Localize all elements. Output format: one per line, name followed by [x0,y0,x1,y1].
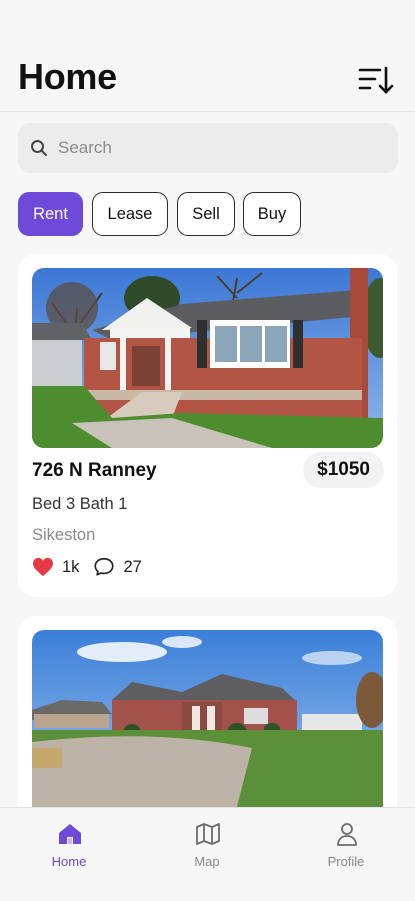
search-bar[interactable] [18,123,398,173]
listing-social: 1k 27 [32,554,142,580]
filter-chip-lease[interactable]: Lease [92,192,168,236]
listing-card[interactable]: 726 N Ranney $1050 Bed 3 Bath 1 Sikeston… [18,254,397,597]
listing-photo[interactable] [32,630,383,826]
tab-profile[interactable]: Profile [277,808,415,901]
tab-profile-label: Profile [327,854,365,869]
profile-icon [337,823,357,846]
listing-details: Bed 3 Bath 1 [32,495,128,513]
tab-map[interactable]: Map [138,808,276,901]
comment-icon[interactable] [93,556,115,578]
bottom-tab-bar: Home Map Profile [0,807,415,900]
comments-count: 27 [123,557,142,576]
header: Home [0,0,415,112]
page-title: Home [18,56,117,97]
home-icon [59,824,81,844]
tab-map-label: Map [194,854,220,869]
tab-home[interactable]: Home [0,808,138,901]
listing-card[interactable] [18,616,397,826]
likes-count: 1k [62,557,80,576]
tab-home-label: Home [51,854,87,869]
sort-button[interactable] [357,64,395,98]
listing-city: Sikeston [32,526,96,544]
filter-chip-sell[interactable]: Sell [177,192,235,236]
heart-icon[interactable] [32,557,54,577]
map-icon [196,823,220,845]
filter-chip-rent[interactable]: Rent [18,192,83,236]
search-icon [31,140,47,156]
listing-address: 726 N Ranney [32,460,157,481]
listing-photo[interactable] [32,268,383,448]
listing-price: $1050 [303,452,384,488]
sort-descending-icon [358,66,394,94]
search-input[interactable] [56,123,388,173]
filter-chip-buy[interactable]: Buy [243,192,301,236]
